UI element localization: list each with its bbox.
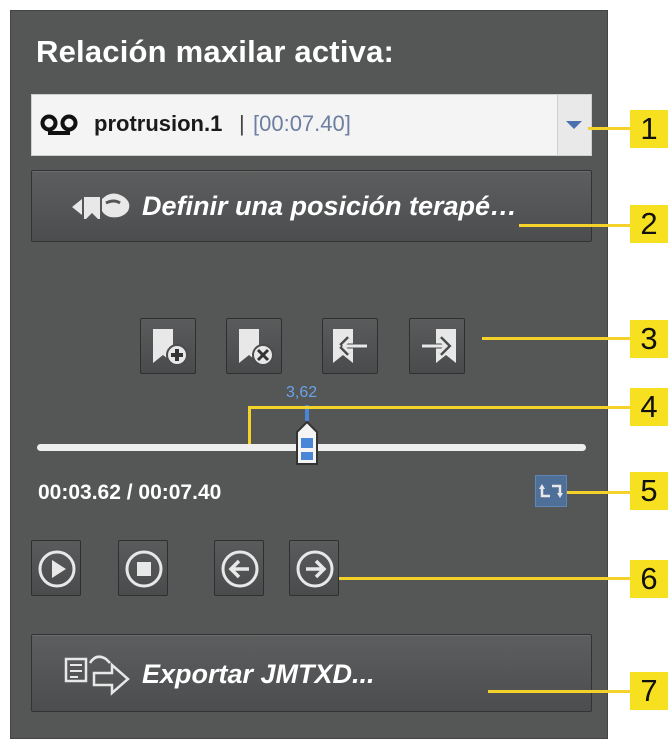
jaw-relation-dropdown[interactable]: protrusion.1 | [00:07.40] (31, 94, 592, 156)
callout-7: 7 (630, 672, 668, 710)
bookmark-remove-icon (239, 329, 274, 366)
slider-value-label: 3,62 (286, 384, 318, 401)
callout-line-3 (482, 337, 630, 340)
bookmark-previous-icon (333, 329, 367, 363)
play-icon (38, 550, 76, 588)
callout-line-1 (588, 127, 630, 130)
next-bookmark-button[interactable] (409, 318, 465, 374)
step-forward-icon (296, 550, 334, 588)
bookmark-next-icon (422, 329, 456, 363)
slider-thumb[interactable] (295, 420, 319, 468)
callout-line-5 (567, 491, 630, 494)
callout-line-2 (519, 224, 630, 227)
playback-time: 00:03.62 / 00:07.40 (38, 481, 222, 504)
define-therapeutic-position-button[interactable]: Definir una posición terapé… (31, 170, 592, 242)
add-bookmark-button[interactable] (140, 318, 196, 374)
callout-line-4 (248, 406, 630, 409)
callout-1: 1 (630, 110, 668, 148)
dropdown-separator: | (239, 111, 245, 136)
play-button[interactable] (31, 540, 81, 596)
remove-bookmark-button[interactable] (226, 318, 282, 374)
step-back-icon (221, 550, 259, 588)
export-jmtxd-button[interactable]: Exportar JMTXD... (31, 634, 592, 712)
stop-button[interactable] (118, 540, 168, 596)
define-position-label: Definir una posición terapé… (142, 191, 518, 221)
bookmark-add-icon (153, 329, 188, 366)
panel-title: Relación maxilar activa: (36, 34, 395, 69)
loop-icon (539, 484, 563, 498)
cassette-tape-icon (40, 114, 78, 135)
previous-bookmark-button[interactable] (322, 318, 378, 374)
callout-line-7 (488, 690, 630, 693)
dropdown-selected-name: protrusion.1 (94, 111, 223, 136)
stop-icon (125, 550, 163, 588)
export-arrow-icon (64, 655, 130, 696)
export-label: Exportar JMTXD... (142, 659, 375, 689)
chevron-down-icon (566, 121, 582, 129)
dropdown-toggle[interactable] (557, 95, 591, 155)
callout-3: 3 (630, 320, 668, 358)
callout-6: 6 (630, 560, 668, 598)
callout-line-4-drop (248, 406, 251, 444)
callout-4: 4 (630, 388, 668, 426)
callout-2: 2 (630, 205, 668, 243)
therapeutic-position-icon (72, 193, 130, 219)
dropdown-duration: [00:07.40] (253, 111, 351, 136)
callout-5: 5 (630, 472, 668, 510)
callout-line-6 (339, 577, 630, 580)
step-forward-button[interactable] (289, 540, 339, 596)
step-back-button[interactable] (214, 540, 264, 596)
loop-button[interactable] (535, 475, 567, 507)
